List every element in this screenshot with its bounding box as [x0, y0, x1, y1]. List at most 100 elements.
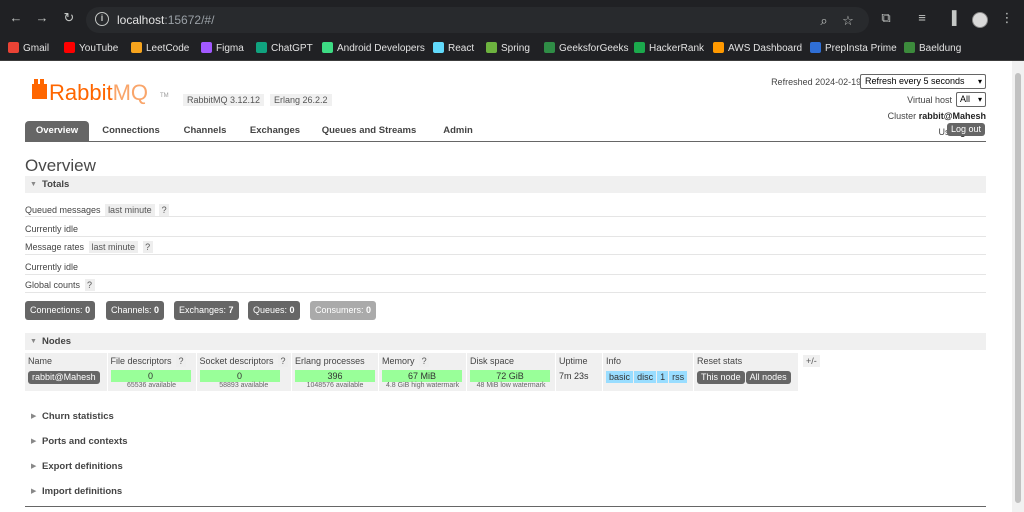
bookmark-baeldung[interactable]: Baeldung [904, 42, 961, 56]
forward-arrow-icon[interactable]: → [34, 10, 50, 26]
address-bar[interactable]: i localhost:15672/#/ ⌕ ☆ [86, 7, 869, 33]
divider [25, 292, 986, 293]
bookmark-react[interactable]: React [433, 42, 474, 56]
tab-overview[interactable]: Overview [25, 121, 89, 141]
erlang-processes-bar: 396 [295, 370, 376, 382]
queues-count-button[interactable]: Queues: 0 [248, 301, 300, 320]
tab-queues-and-streams[interactable]: Queues and Streams [318, 121, 420, 141]
nodes-section-header[interactable]: ▼ Nodes [25, 333, 986, 350]
bookmark-star-icon[interactable]: ☆ [840, 13, 856, 29]
bookmark-aws-dashboard[interactable]: AWS Dashboard [713, 42, 802, 56]
consumers-count-button[interactable]: Consumers: 0 [310, 301, 377, 320]
aws-icon [713, 42, 724, 53]
churn-statistics-section[interactable]: ▶ Churn statistics [25, 409, 325, 424]
reset-all-nodes-button[interactable]: All nodes [745, 371, 791, 384]
totals-section-header[interactable]: ▼ Totals [25, 176, 986, 193]
more-menu-icon[interactable]: ⋮ [999, 10, 1015, 26]
extensions-icon[interactable]: ⧉ [878, 10, 894, 26]
help-icon[interactable]: ? [278, 354, 289, 367]
geeksforgeeks-icon [544, 42, 555, 53]
cluster-info: Cluster rabbit@Mahesh [887, 111, 986, 121]
bookmark-android-developers[interactable]: Android Developers [322, 42, 425, 56]
disk-space-bar: 72 GiB [470, 370, 551, 382]
tab-exchanges[interactable]: Exchanges [244, 121, 306, 141]
virtual-host-label: Virtual host [907, 95, 952, 105]
bookmark-prepinsta-prime[interactable]: PrepInsta Prime [810, 42, 897, 56]
logo-text: Rabbit [49, 80, 113, 105]
info-tag-count: 1 [657, 371, 669, 383]
virtual-host-select[interactable]: All ▾ [956, 92, 986, 107]
chatgpt-icon [256, 42, 267, 53]
tab-channels[interactable]: Channels [177, 121, 233, 141]
range-tag[interactable]: last minute [88, 241, 139, 253]
chevron-down-icon: ▾ [977, 77, 982, 86]
spring-icon [486, 42, 497, 53]
tab-connections[interactable]: Connections [97, 121, 165, 141]
divider [25, 506, 986, 507]
node-name-cell: rabbit@Mahesh [25, 368, 108, 391]
exchanges-count-button[interactable]: Exchanges: 7 [174, 301, 239, 320]
prepinsta-icon [810, 42, 821, 53]
figma-icon [201, 42, 212, 53]
scrollbar-thumb[interactable] [1015, 73, 1021, 503]
reset-this-node-button[interactable]: This node [697, 371, 745, 384]
site-info-icon[interactable]: i [95, 12, 109, 26]
erlang-processes-available: 1048576 available [306, 382, 364, 389]
queued-messages-idle: Currently idle [25, 224, 79, 234]
triangle-right-icon: ▶ [31, 488, 37, 495]
media-controls-icon[interactable]: ≡ [914, 10, 930, 26]
channels-count-button[interactable]: Channels: 0 [106, 301, 165, 320]
back-arrow-icon[interactable]: ← [8, 10, 24, 26]
memory-bar: 67 MiB [382, 370, 463, 382]
node-link[interactable]: rabbit@Mahesh [28, 371, 100, 384]
message-rates-idle: Currently idle [25, 262, 79, 272]
page-scrollbar[interactable] [1012, 61, 1024, 512]
info-tag-rss: rss [669, 371, 688, 383]
youtube-icon [64, 42, 75, 53]
triangle-right-icon: ▶ [31, 463, 37, 470]
triangle-down-icon: ▼ [30, 338, 37, 345]
help-icon[interactable]: ? [84, 279, 95, 291]
nodes-table: Name File descriptors ? Socket descripto… [25, 353, 800, 391]
disk-space-watermark: 48 MiB low watermark [476, 382, 546, 389]
import-definitions-section[interactable]: ▶ Import definitions [25, 484, 325, 499]
help-icon[interactable]: ? [142, 241, 153, 253]
reset-stats-cell: This node All nodes [693, 368, 800, 391]
side-panel-icon[interactable]: ▐ [944, 10, 960, 26]
profile-avatar[interactable] [972, 12, 988, 28]
ports-and-contexts-section[interactable]: ▶ Ports and contexts [25, 434, 325, 449]
table-row: rabbit@Mahesh 0 65536 available 0 58893 av… [25, 368, 800, 391]
reload-icon[interactable]: ↻ [61, 10, 77, 26]
bookmark-hackerrank[interactable]: HackerRank [634, 42, 704, 56]
erlang-version: Erlang 26.2.2 [270, 94, 332, 106]
bookmark-spring[interactable]: Spring [486, 42, 530, 56]
bookmark-geeksforgeeks[interactable]: GeeksforGeeks [544, 42, 628, 56]
logo-trademark: TM [160, 93, 169, 99]
socket-descriptors-available: 58893 available [219, 382, 269, 389]
disk-space-cell: 72 GiB 48 MiB low watermark [466, 368, 557, 391]
bookmark-gmail[interactable]: Gmail [8, 42, 49, 56]
global-counts-row: Global counts ? [25, 279, 95, 291]
bookmark-leetcode[interactable]: LeetCode [131, 42, 189, 56]
file-descriptors-bar: 0 [110, 370, 191, 382]
bookmark-figma[interactable]: Figma [201, 42, 244, 56]
tab-admin[interactable]: Admin [435, 121, 481, 141]
range-tag[interactable]: last minute [105, 204, 155, 216]
connections-count-button[interactable]: Connections: 0 [25, 301, 96, 320]
browser-toolbar: ← → ↻ i localhost:15672/#/ ⌕ ☆ ⧉ ≡ ▐ ⋮ [0, 0, 1024, 37]
message-rates-row: Message rates last minute ? [25, 241, 153, 253]
column-header: Socket descriptors ? [196, 353, 293, 368]
bookmark-chatgpt[interactable]: ChatGPT [256, 42, 313, 56]
zoom-icon[interactable]: ⌕ [816, 13, 832, 29]
help-icon[interactable]: ? [159, 204, 170, 216]
help-icon[interactable]: ? [419, 354, 430, 367]
export-definitions-section[interactable]: ▶ Export definitions [25, 459, 325, 474]
column-toggle-button[interactable]: +/- [803, 355, 820, 367]
page-content: RabbitMQ TM RabbitMQ 3.12.12 Erlang 26.2… [0, 61, 1012, 512]
refresh-interval-select[interactable]: Refresh every 5 seconds ▾ [860, 74, 986, 89]
erlang-processes-cell: 396 1048576 available [291, 368, 380, 391]
help-icon[interactable]: ? [176, 354, 187, 367]
main-tabs: Overview Connections Channels Exchanges … [25, 121, 986, 142]
uptime-cell: 7m 23s [555, 368, 604, 391]
bookmark-youtube[interactable]: YouTube [64, 42, 118, 56]
